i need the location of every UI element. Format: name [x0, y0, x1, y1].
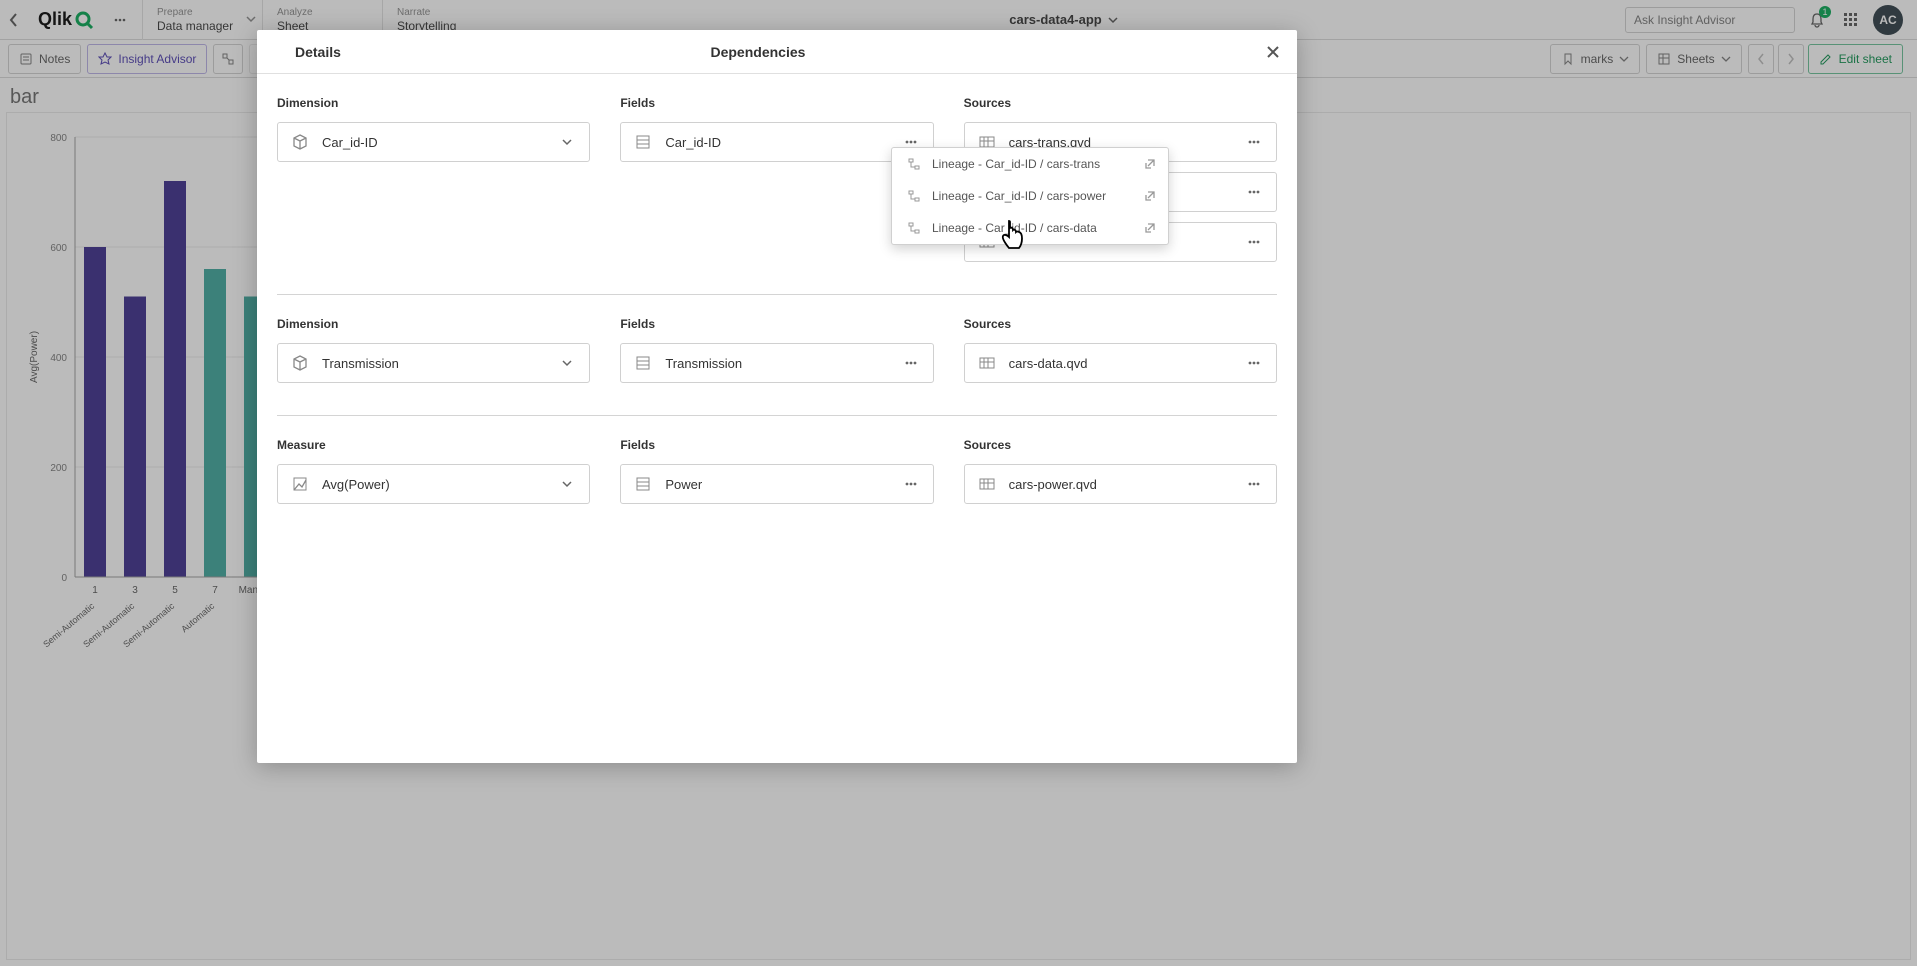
expand-button[interactable] — [555, 357, 579, 369]
column-header: Sources — [964, 96, 1277, 110]
external-link-icon — [1144, 222, 1156, 234]
more-button[interactable] — [1242, 476, 1266, 492]
card-label: Transmission — [665, 356, 898, 371]
field-card[interactable]: Car_id-ID — [620, 122, 933, 162]
column-header: Fields — [620, 317, 933, 331]
more-button[interactable] — [1242, 355, 1266, 371]
more-button[interactable] — [1242, 134, 1266, 150]
lineage-label: Lineage - Car_id-ID / cars-data — [932, 221, 1097, 235]
column-header: Fields — [620, 438, 933, 452]
more-button[interactable] — [899, 476, 923, 492]
measure-icon — [288, 472, 312, 496]
dependencies-modal: Details Dependencies Dimension Car_id-ID… — [257, 30, 1297, 763]
card-label: Car_id-ID — [322, 135, 555, 150]
card-label: cars-power.qvd — [1009, 477, 1242, 492]
source-icon — [975, 351, 999, 375]
external-link-icon — [1144, 158, 1156, 170]
field-icon — [631, 130, 655, 154]
field-card[interactable]: Power — [620, 464, 933, 504]
dependency-row: Dimension Transmission Fields Transmissi… — [277, 295, 1277, 416]
card-label: Power — [665, 477, 898, 492]
column-header: Fields — [620, 96, 933, 110]
field-icon — [631, 351, 655, 375]
dependency-row: Measure Avg(Power) Fields Power Sources … — [277, 416, 1277, 536]
card-label: cars-data.qvd — [1009, 356, 1242, 371]
lineage-label: Lineage - Car_id-ID / cars-trans — [932, 157, 1100, 171]
dimension-icon — [288, 351, 312, 375]
card-label: Transmission — [322, 356, 555, 371]
field-card[interactable]: Transmission — [620, 343, 933, 383]
lineage-menu-item[interactable]: Lineage - Car_id-ID / cars-power — [892, 180, 1168, 212]
dimension-card[interactable]: Transmission — [277, 343, 590, 383]
card-label: Avg(Power) — [322, 477, 555, 492]
lineage-menu-item[interactable]: Lineage - Car_id-ID / cars-data — [892, 212, 1168, 244]
dimension-card[interactable]: Car_id-ID — [277, 122, 590, 162]
expand-button[interactable] — [555, 478, 579, 490]
more-button[interactable] — [1242, 184, 1266, 200]
column-header: Sources — [964, 317, 1277, 331]
lineage-dropdown[interactable]: Lineage - Car_id-ID / cars-trans Lineage… — [891, 147, 1169, 245]
measure-card[interactable]: Avg(Power) — [277, 464, 590, 504]
source-card[interactable]: cars-data.qvd — [964, 343, 1277, 383]
column-header: Sources — [964, 438, 1277, 452]
dimension-icon — [288, 130, 312, 154]
more-button[interactable] — [1242, 234, 1266, 250]
column-header: Dimension — [277, 96, 590, 110]
column-header: Dimension — [277, 317, 590, 331]
external-link-icon — [1144, 190, 1156, 202]
close-icon — [1266, 45, 1280, 59]
modal-tab-dependencies[interactable]: Dependencies — [692, 30, 823, 74]
field-icon — [631, 472, 655, 496]
lineage-icon — [904, 189, 924, 203]
modal-tab-details[interactable]: Details — [277, 30, 359, 74]
card-label: Car_id-ID — [665, 135, 898, 150]
lineage-icon — [904, 221, 924, 235]
more-button[interactable] — [899, 355, 923, 371]
modal-close-button[interactable] — [1261, 40, 1285, 64]
column-header: Measure — [277, 438, 590, 452]
source-card[interactable]: cars-power.qvd — [964, 464, 1277, 504]
source-icon — [975, 472, 999, 496]
lineage-icon — [904, 157, 924, 171]
lineage-menu-item[interactable]: Lineage - Car_id-ID / cars-trans — [892, 148, 1168, 180]
lineage-label: Lineage - Car_id-ID / cars-power — [932, 189, 1106, 203]
expand-button[interactable] — [555, 136, 579, 148]
